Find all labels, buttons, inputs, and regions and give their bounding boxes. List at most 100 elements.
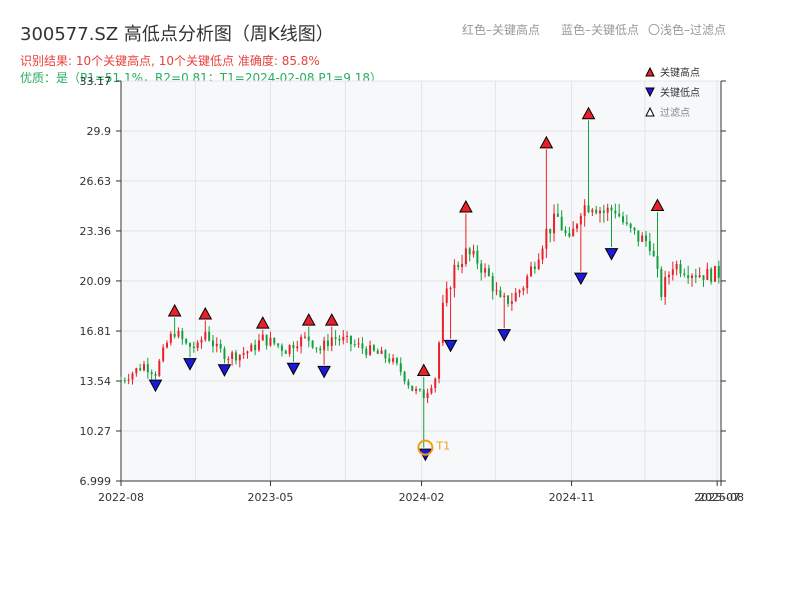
candle-down <box>618 213 621 217</box>
candle-down <box>154 374 157 376</box>
candle-down <box>499 290 502 297</box>
candle-up <box>426 392 429 399</box>
candle-up <box>261 334 264 341</box>
x-tick-label: 2023-05 <box>247 491 293 504</box>
candle-down <box>181 330 184 340</box>
candle-down <box>652 250 655 257</box>
candle-up <box>169 333 172 343</box>
candle-up <box>369 345 372 355</box>
candle-down <box>717 265 720 278</box>
x-tick-label: 2024-11 <box>549 491 595 504</box>
candle-down <box>411 385 414 391</box>
y-tick-label: 16.81 <box>80 325 112 338</box>
candle-up <box>135 368 138 374</box>
candle-down <box>173 333 176 337</box>
candle-up <box>238 354 241 361</box>
candle-down <box>656 256 659 269</box>
candle-up <box>514 292 517 302</box>
candle-down <box>602 210 605 213</box>
candle-up <box>330 337 333 347</box>
candle-down <box>399 363 402 372</box>
candle-down <box>349 335 352 345</box>
candle-down <box>120 380 122 382</box>
candle-up <box>250 344 253 352</box>
candle-up <box>380 350 383 354</box>
candle-up <box>441 302 444 343</box>
candle-down <box>549 228 552 234</box>
candle-up <box>323 340 326 351</box>
legend-marker-0 <box>645 66 655 77</box>
candle-down <box>334 337 337 339</box>
candle-down <box>395 358 398 364</box>
candle-down <box>660 268 663 297</box>
candle-up <box>606 207 609 213</box>
candle-up <box>641 235 644 242</box>
candle-down <box>564 230 567 234</box>
candle-up <box>671 269 674 275</box>
t1-label: T1 <box>435 440 450 453</box>
legend-label: 关键高点 <box>660 66 700 79</box>
candle-up <box>449 288 452 290</box>
candle-down <box>507 295 510 304</box>
candle-down <box>185 339 188 344</box>
candle-down <box>365 348 368 355</box>
candle-down <box>587 205 590 213</box>
candle-down <box>533 266 536 270</box>
candle-up <box>204 331 207 340</box>
candle-down <box>556 213 559 217</box>
candle-up <box>461 263 464 268</box>
candle-down <box>280 345 283 351</box>
candle-down <box>376 350 379 354</box>
candle-down <box>388 358 391 362</box>
candle-up <box>434 378 437 388</box>
candle-down <box>319 348 322 351</box>
candle-down <box>694 275 697 278</box>
candle-down <box>629 223 632 228</box>
candle-up <box>599 210 602 214</box>
candle-down <box>637 230 640 242</box>
candle-down <box>353 344 356 346</box>
y-tick-label: 20.09 <box>80 275 112 288</box>
candle-down <box>403 371 406 382</box>
candle-down <box>307 336 310 341</box>
candle-up <box>357 343 360 345</box>
candle-up <box>537 259 540 270</box>
candle-up <box>553 213 556 234</box>
candle-up <box>484 268 487 273</box>
candle-down <box>219 343 222 349</box>
candle-up <box>430 387 433 393</box>
candle-down <box>311 340 314 348</box>
candle-down <box>457 264 460 268</box>
candle-up <box>690 275 693 278</box>
candle-up <box>445 288 448 303</box>
candle-down <box>702 275 705 280</box>
candle-down <box>284 350 287 354</box>
candle-up <box>131 373 134 380</box>
candle-up <box>215 343 218 347</box>
candle-up <box>583 205 586 216</box>
candle-down <box>150 372 153 375</box>
candle-up <box>165 342 168 348</box>
x-tick-label: 2022-08 <box>98 491 144 504</box>
candle-up <box>472 250 475 255</box>
candle-down <box>468 248 471 255</box>
candle-down <box>188 343 191 347</box>
candle-up <box>713 265 716 282</box>
candle-up <box>346 335 349 337</box>
candle-down <box>487 268 490 276</box>
candle-up <box>675 264 678 270</box>
y-tick-label: 29.9 <box>87 125 112 138</box>
candle-up <box>503 295 506 297</box>
candle-down <box>273 337 276 344</box>
candle-up <box>522 288 525 291</box>
candle-up <box>706 268 709 280</box>
candle-down <box>648 241 651 251</box>
candle-down <box>384 350 387 359</box>
candle-down <box>146 364 149 373</box>
legend-label: 过滤点 <box>660 106 690 119</box>
candle-down <box>568 233 571 237</box>
candle-up <box>495 290 498 292</box>
candle-up <box>572 228 575 237</box>
candle-down <box>491 275 494 292</box>
candle-up <box>303 336 306 338</box>
